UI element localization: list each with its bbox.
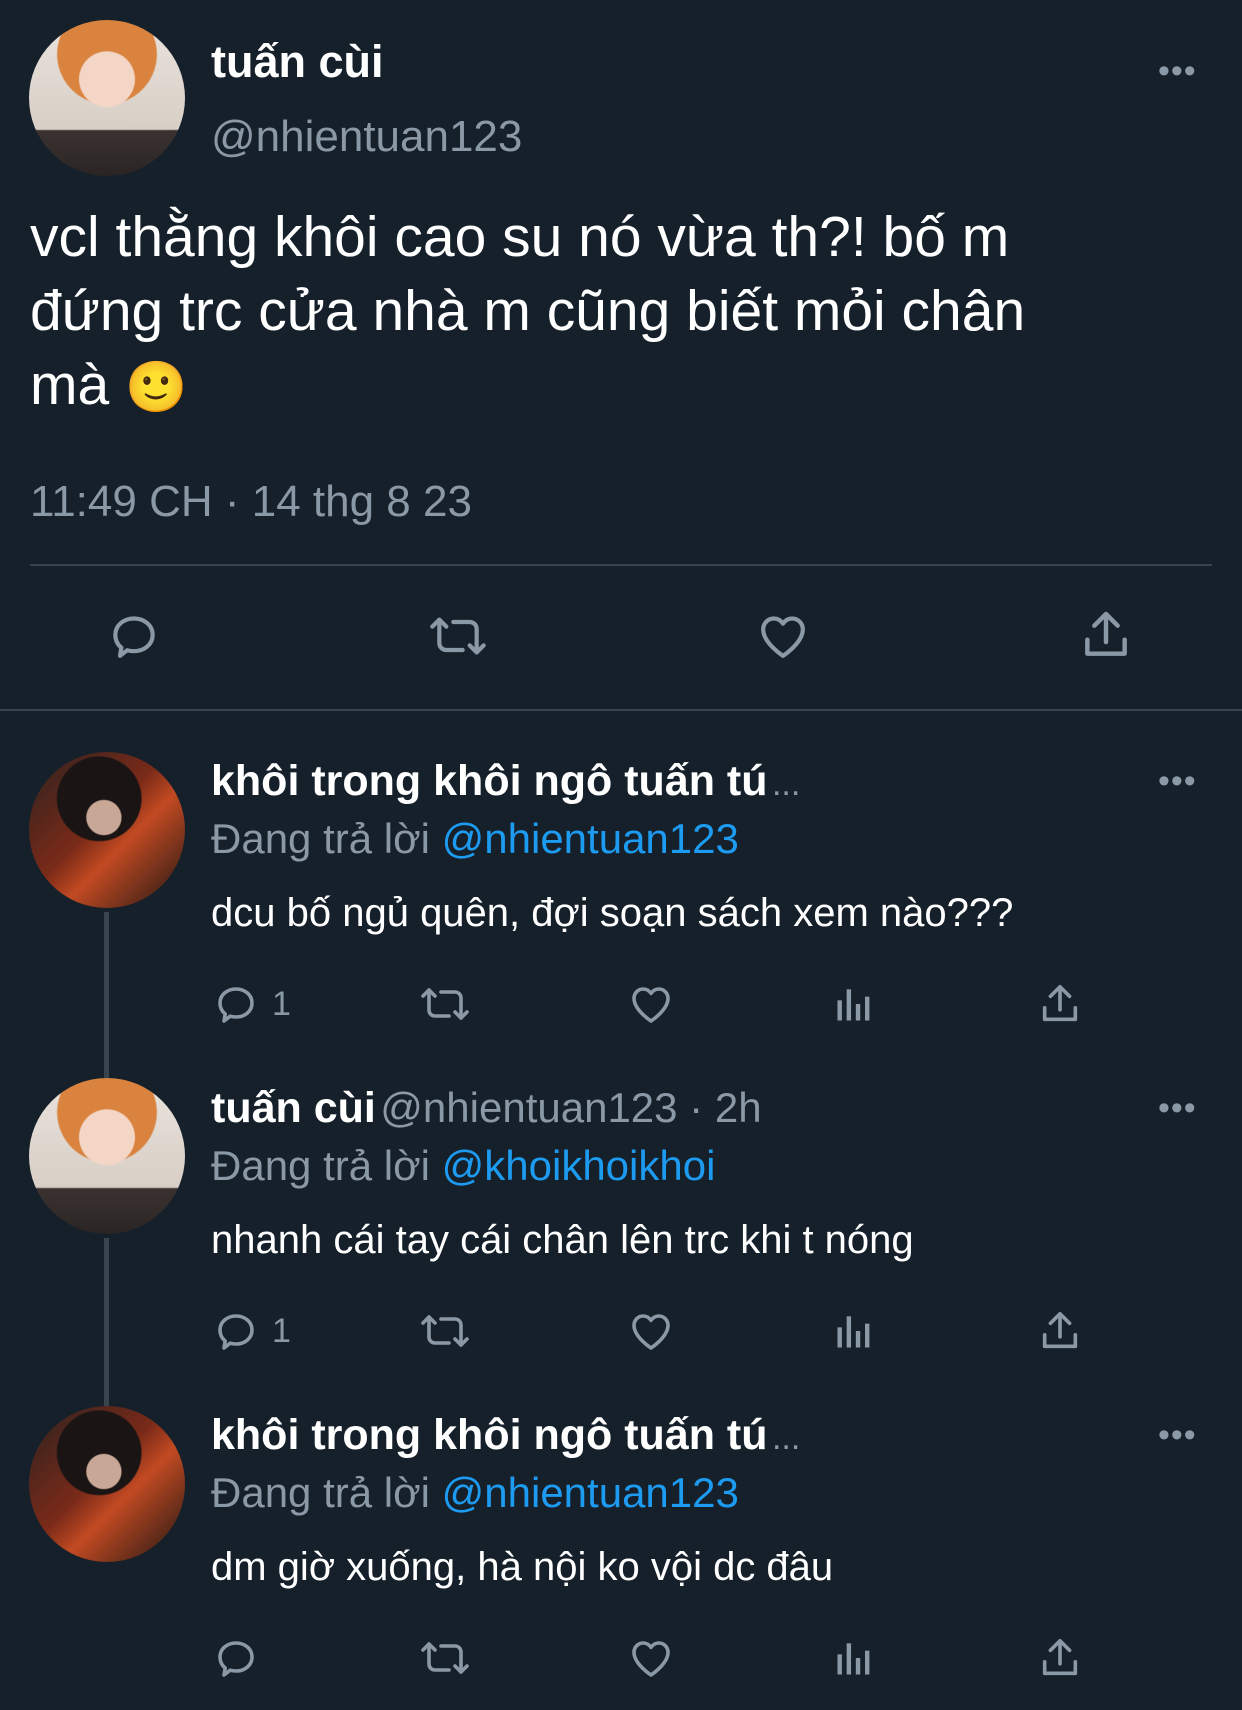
reply-count: 1 [272,985,291,1023]
reply-avatar[interactable] [29,1078,185,1234]
more-options-icon[interactable]: ••• [1158,764,1197,798]
more-options-icon[interactable]: ••• [1158,1091,1197,1125]
replying-prefix: Đang trả lời [211,1142,430,1189]
replying-to-line: Đang trả lời @nhientuan123 [211,815,739,863]
more-options-icon[interactable]: ••• [1158,1418,1197,1452]
divider [30,564,1212,566]
share-icon[interactable] [1037,1307,1083,1355]
reply-icon[interactable] [212,1634,260,1682]
tweet-text-line: đứng trc cửa nhà m cũng biết mỏi chân [30,279,1026,343]
reply-count: 1 [272,1312,291,1350]
replying-to-line: Đang trả lời @nhientuan123 [211,1469,739,1517]
tweet-text-line: mà 🙂 [30,348,1025,424]
reply-text: dm giờ xuống, hà nội ko vội dc đâu [211,1545,834,1589]
smile-emoji: 🙂 [125,359,188,415]
share-icon[interactable] [1037,1634,1083,1682]
retweet-icon[interactable] [416,980,474,1028]
reply-author-name[interactable]: tuấn cùi [211,1084,376,1132]
reply-text: dcu bố ngủ quên, đợi soạn sách xem nào??… [211,891,1014,935]
replying-to-handle[interactable]: @nhientuan123 [442,1469,739,1516]
replying-prefix: Đang trả lời [211,1469,430,1516]
replying-to-handle[interactable]: @khoikhoikhoi [442,1142,716,1189]
retweet-icon[interactable] [424,608,492,664]
reply-author-name[interactable]: khôi trong khôi ngô tuấn tú [211,1411,768,1459]
analytics-icon[interactable] [832,1636,876,1680]
analytics-icon[interactable] [832,982,876,1026]
tweet-text-word: mà [30,353,110,417]
share-icon[interactable] [1037,980,1083,1028]
like-icon[interactable] [754,608,812,664]
divider [0,709,1242,711]
like-icon[interactable] [626,1307,676,1355]
reply-avatar[interactable] [29,752,185,908]
reply-author-row: khôi trong khôi ngô tuấn tú ... [211,1411,800,1460]
name-truncation: ... [771,765,801,803]
reply-author-row: khôi trong khôi ngô tuấn tú ... [211,757,800,806]
share-icon[interactable] [1078,606,1134,664]
retweet-icon[interactable] [416,1307,474,1355]
reply-handle-time[interactable]: @nhientuan123 · 2h [380,1084,761,1131]
reply-icon[interactable] [212,1307,260,1355]
author-avatar[interactable] [29,20,185,176]
replying-to-handle[interactable]: @nhientuan123 [442,815,739,862]
reply-icon[interactable] [212,980,260,1028]
like-icon[interactable] [626,1634,676,1682]
tweet-text-line: vcl thằng khôi cao su nó vừa th?! bố m [30,205,1010,269]
author-handle[interactable]: @nhientuan123 [211,112,522,162]
reply-icon[interactable] [106,608,162,664]
thread-line [104,1238,109,1406]
tweet-timestamp[interactable]: 11:49 CH · 14 thg 8 23 [30,477,472,527]
replying-prefix: Đang trả lời [211,815,430,862]
reply-author-row: tuấn cùi @nhientuan123 · 2h [211,1084,762,1133]
reply-avatar[interactable] [29,1406,185,1562]
analytics-icon[interactable] [832,1309,876,1353]
reply-author-name[interactable]: khôi trong khôi ngô tuấn tú [211,757,768,805]
replying-to-line: Đang trả lời @khoikhoikhoi [211,1142,715,1190]
reply-text: nhanh cái tay cái chân lên trc khi t nón… [211,1218,914,1262]
retweet-icon[interactable] [416,1634,474,1682]
more-options-icon[interactable]: ••• [1158,54,1197,88]
like-icon[interactable] [626,980,676,1028]
name-truncation: ... [771,1419,801,1457]
tweet-text: vcl thằng khôi cao su nó vừa th?! bố m đ… [30,200,1025,424]
thread-line [104,912,109,1080]
author-name[interactable]: tuấn cùi [211,36,384,88]
